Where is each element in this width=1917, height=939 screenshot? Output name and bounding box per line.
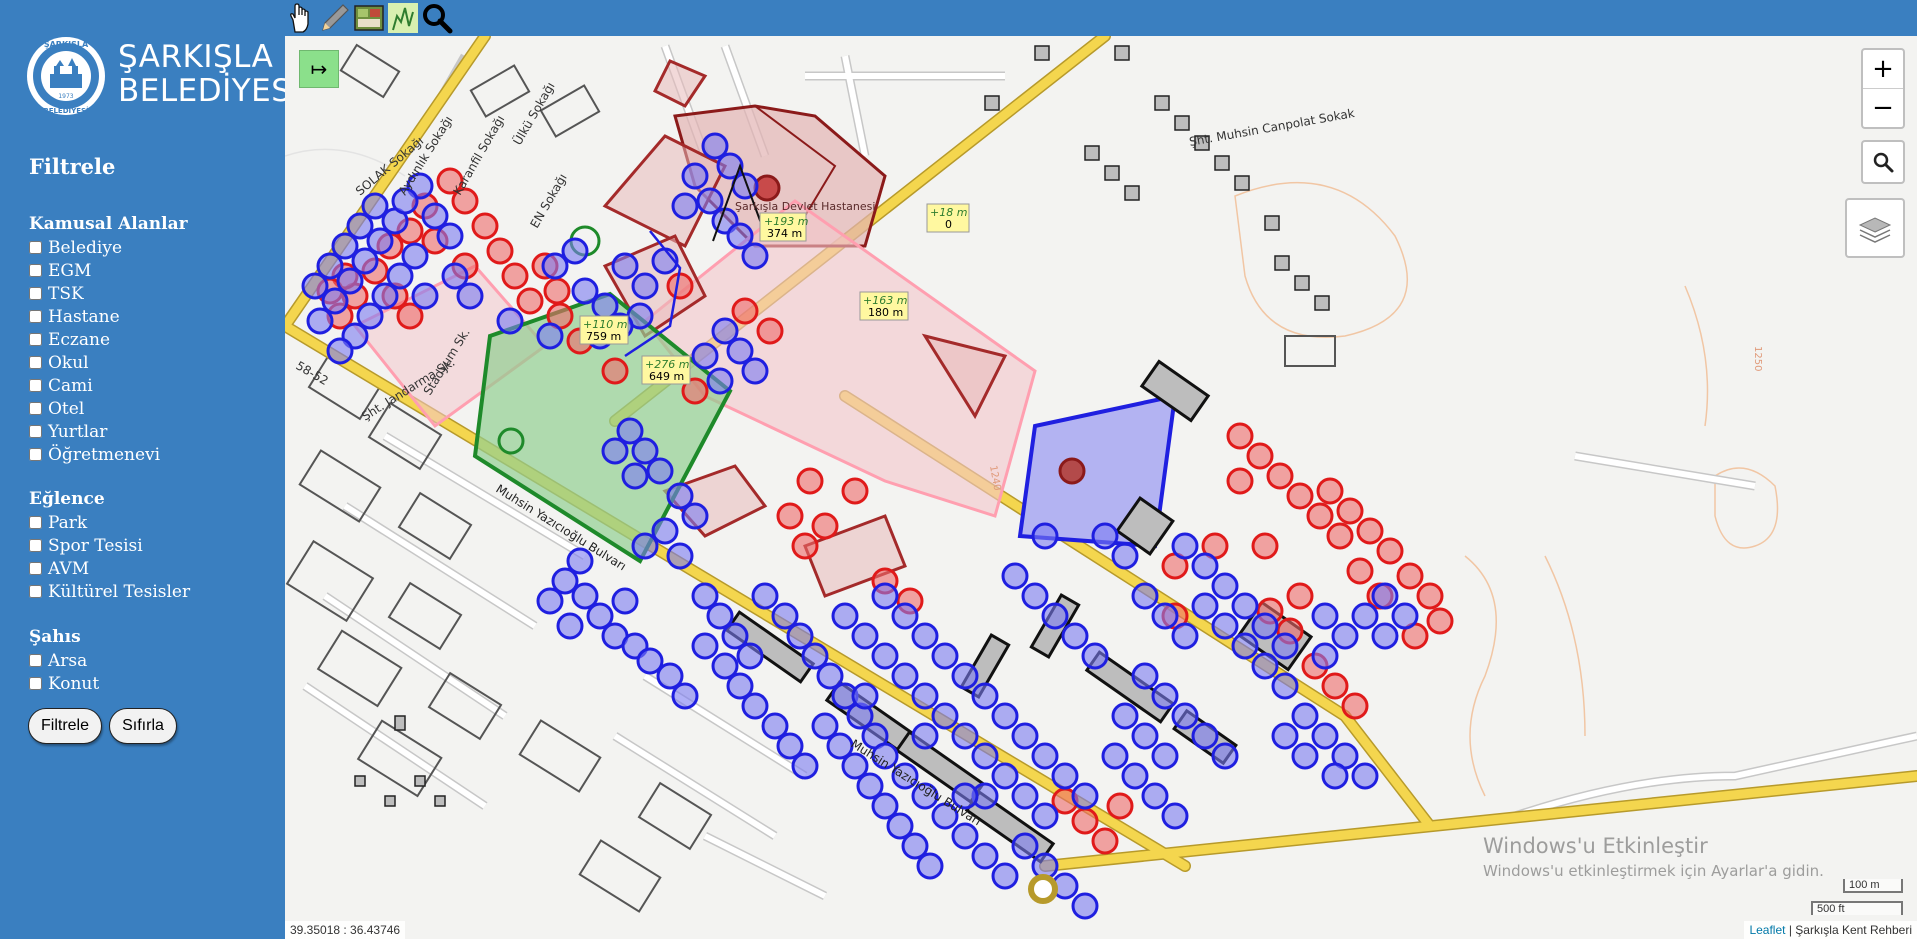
svg-text:649 m: 649 m — [649, 370, 684, 383]
filter-option-arsa[interactable]: Arsa — [29, 649, 99, 672]
filter-group-title: Eğlence — [29, 489, 105, 509]
avm-checkbox[interactable] — [29, 562, 42, 575]
municipality-name: ŞARKIŞLA BELEDİYESİ — [118, 40, 301, 108]
svg-text:759 m: 759 m — [586, 330, 621, 343]
measure-label: +163 m 180 m — [859, 291, 909, 321]
filter-button[interactable]: Filtrele — [28, 708, 103, 744]
filter-option-yurtlar[interactable]: Yurtlar — [29, 420, 188, 443]
sidebar: ŞARKIŞLA BELEDİYESİ 1973 ŞARKIŞLA BELEDİ… — [0, 0, 301, 939]
svg-text:0: 0 — [945, 218, 952, 231]
filter-option-ogretmenevi[interactable]: Öğretmenevi — [29, 443, 188, 466]
street-label: Şht. Muhsin Canpolat Sokak — [1188, 106, 1356, 149]
scale-bar-imperial: 500 ft — [1811, 901, 1903, 915]
street-label: EN Sokağı — [527, 171, 569, 230]
otel-checkbox[interactable] — [29, 402, 42, 415]
measure-label: +276 m 649 m — [641, 355, 691, 385]
cursor-coordinates: 39.35018 : 36.43746 — [285, 921, 406, 939]
filter-option-spor-tesisi[interactable]: Spor Tesisi — [29, 534, 190, 557]
map-layout-icon[interactable] — [353, 2, 385, 34]
search-icon[interactable] — [421, 2, 453, 34]
sidebar-toggle-button[interactable]: ↦ — [299, 50, 339, 88]
contour-label: 1250 — [1752, 346, 1763, 371]
egm-checkbox[interactable] — [29, 264, 42, 277]
measure-icon[interactable] — [387, 2, 419, 34]
tsk-checkbox[interactable] — [29, 287, 42, 300]
map-search-button[interactable] — [1861, 140, 1905, 184]
street-label: Karanfil Sokağı — [450, 113, 507, 198]
filter-option-okul[interactable]: Okul — [29, 351, 188, 374]
seal-top-text: ŞARKIŞLA — [44, 40, 89, 49]
filter-title: Filtrele — [29, 154, 116, 179]
okul-checkbox[interactable] — [29, 356, 42, 369]
filter-group-title: Kamusal Alanlar — [29, 214, 188, 234]
attribution-text: | Şarkışla Kent Rehberi — [1785, 923, 1912, 937]
measure-label: +18 m 0 — [926, 203, 970, 233]
hand-icon[interactable] — [285, 2, 317, 34]
kulturel-tesisler-checkbox[interactable] — [29, 585, 42, 598]
filter-option-kulturel-tesisler[interactable]: Kültürel Tesisler — [29, 580, 190, 603]
filter-group-personal: Şahıs Arsa Konut — [29, 627, 99, 695]
map-attribution: Leaflet | Şarkışla Kent Rehberi — [1744, 921, 1917, 939]
filter-option-hastane[interactable]: Hastane — [29, 305, 188, 328]
ogretmenevi-checkbox[interactable] — [29, 448, 42, 461]
municipality-seal-icon: ŞARKIŞLA BELEDİYESİ 1973 — [27, 37, 105, 115]
layers-icon — [1858, 217, 1892, 243]
filter-option-park[interactable]: Park — [29, 511, 190, 534]
seal-year-text: 1973 — [58, 93, 73, 100]
filter-group-entertainment: Eğlence Park Spor Tesisi AVM Kültürel Te… — [29, 489, 190, 603]
layers-button[interactable] — [1845, 198, 1905, 258]
eczane-checkbox[interactable] — [29, 333, 42, 346]
konut-checkbox[interactable] — [29, 677, 42, 690]
cami-checkbox[interactable] — [29, 379, 42, 392]
filter-group-title: Şahıs — [29, 627, 81, 647]
filter-option-otel[interactable]: Otel — [29, 397, 188, 420]
spor-tesisi-checkbox[interactable] — [29, 539, 42, 552]
watermark-title: Windows'u Etkinleştir — [1483, 834, 1708, 858]
svg-text:374 m: 374 m — [767, 227, 802, 240]
zoom-in-button[interactable]: + — [1863, 50, 1903, 88]
municipality-logo: ŞARKIŞLA BELEDİYESİ 1973 ŞARKIŞLA BELEDİ… — [26, 34, 301, 120]
measure-label: +110 m 759 m — [579, 315, 629, 345]
filter-option-tsk[interactable]: TSK — [29, 282, 188, 305]
street-label: Ülkü Sokağı — [509, 79, 558, 148]
map-canvas[interactable]: Şht. Muhsin Canpolat Sokak Muhsin Yazıcı… — [285, 36, 1917, 939]
filter-option-avm[interactable]: AVM — [29, 557, 190, 580]
svg-text:180 m: 180 m — [868, 306, 903, 319]
park-checkbox[interactable] — [29, 516, 42, 529]
filter-option-eczane[interactable]: Eczane — [29, 328, 188, 351]
belediye-checkbox[interactable] — [29, 241, 42, 254]
municipality-name-line2: BELEDİYESİ — [118, 73, 302, 109]
arsa-checkbox[interactable] — [29, 654, 42, 667]
filter-option-egm[interactable]: EGM — [29, 259, 188, 282]
hastane-checkbox[interactable] — [29, 310, 42, 323]
filter-option-konut[interactable]: Konut — [29, 672, 99, 695]
hospital-label: Şarkışla Devlet Hastanesi — [735, 200, 875, 213]
zoom-out-button[interactable]: − — [1863, 88, 1903, 127]
leaflet-link[interactable]: Leaflet — [1749, 923, 1785, 937]
filter-option-belediye[interactable]: Belediye — [29, 236, 188, 259]
map-toolbar — [285, 0, 1917, 36]
watermark-subtitle: Windows'u etkinleştirmek için Ayarlar'a … — [1483, 862, 1824, 880]
filter-group-public: Kamusal Alanlar Belediye EGM TSK Hastane… — [29, 214, 188, 466]
map-view[interactable]: Şht. Muhsin Canpolat Sokak Muhsin Yazıcı… — [285, 36, 1917, 939]
municipality-name-line1: ŞARKIŞLA — [118, 39, 274, 75]
filter-actions: Filtrele Sıfırla — [28, 708, 179, 744]
seal-bottom-text: BELEDİYESİ — [43, 106, 88, 115]
measure-label: +193 m 374 m — [759, 212, 808, 242]
search-icon — [1873, 152, 1894, 173]
zoom-control: + − — [1861, 48, 1905, 129]
reset-button[interactable]: Sıfırla — [109, 708, 177, 744]
windows-activation-watermark: Windows'u Etkinleştir Windows'u etkinleş… — [1483, 834, 1824, 880]
pencil-icon[interactable] — [319, 2, 351, 34]
scale-bar-metric: 100 m — [1843, 879, 1903, 893]
filter-option-cami[interactable]: Cami — [29, 374, 188, 397]
yurtlar-checkbox[interactable] — [29, 425, 42, 438]
